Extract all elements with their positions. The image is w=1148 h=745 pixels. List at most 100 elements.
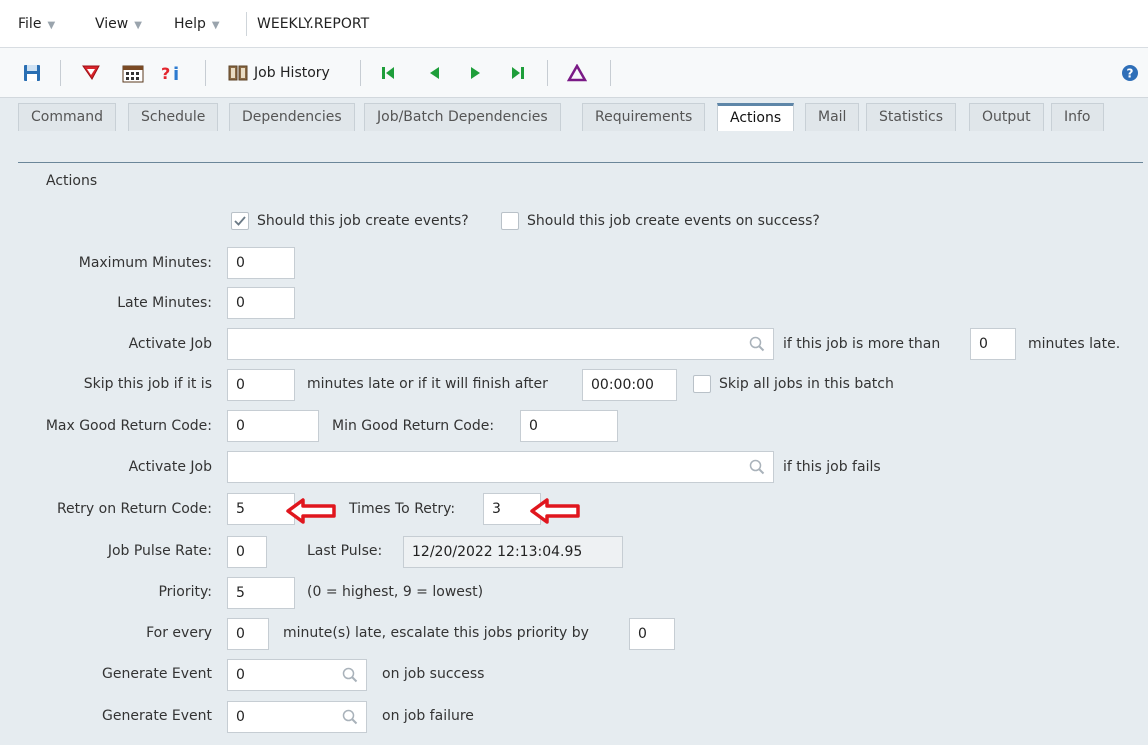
tab-bar: Command Schedule Dependencies Job/Batch … (0, 99, 1148, 133)
help-button[interactable]: ? (1120, 61, 1140, 85)
svg-text:?: ? (161, 64, 170, 83)
job-history-label: Job History (254, 65, 330, 81)
calendar-icon (122, 65, 144, 83)
section-divider (18, 162, 1143, 163)
section-title: Actions (46, 173, 98, 189)
min-good-input[interactable]: 0 (520, 410, 618, 442)
priority-input[interactable]: 5 (227, 577, 295, 609)
toolbar: ? i Job History ? (0, 48, 1148, 98)
create-events-checkbox[interactable] (231, 212, 249, 230)
for-every-label: For every (146, 625, 212, 641)
skip-label: Skip this job if it is (83, 376, 212, 392)
tab-mail[interactable]: Mail (805, 103, 860, 131)
skip-first-icon (382, 67, 394, 79)
search-icon[interactable] (749, 459, 765, 475)
delta-button[interactable] (566, 61, 588, 85)
arrow-right-icon (471, 67, 480, 79)
last-pulse-label: Last Pulse: (307, 543, 383, 559)
on-failure-text: on job failure (382, 708, 474, 724)
tab-info[interactable]: Info (1051, 103, 1104, 131)
book-icon (228, 65, 248, 81)
search-icon[interactable] (749, 336, 765, 352)
create-events-success-checkbox[interactable] (501, 212, 519, 230)
skip-all-label: Skip all jobs in this batch (719, 376, 894, 392)
menu-bar: File ▼ View ▼ Help ▼ WEEKLY.REPORT (0, 0, 1148, 48)
window-title: WEEKLY.REPORT (257, 16, 370, 32)
job-history-button[interactable]: Job History (228, 61, 330, 85)
max-minutes-label: Maximum Minutes: (78, 255, 212, 271)
menu-file[interactable]: File ▼ (18, 16, 55, 32)
previous-record-button[interactable] (426, 61, 442, 85)
escalate-text: minute(s) late, escalate this jobs prior… (283, 625, 589, 641)
tab-command[interactable]: Command (18, 103, 116, 131)
annotation-arrow-icon (530, 498, 580, 524)
toolbar-divider (610, 60, 611, 86)
toolbar-divider (360, 60, 361, 86)
min-good-label: Min Good Return Code: (332, 418, 495, 434)
calendar-button[interactable] (121, 61, 145, 85)
arrow-left-icon (430, 67, 439, 79)
max-minutes-input[interactable]: 0 (227, 247, 295, 279)
skip-minutes-input[interactable]: 0 (227, 369, 295, 401)
for-every-input[interactable]: 0 (227, 618, 269, 650)
activate-job-fail-label: Activate Job (128, 459, 212, 475)
save-button[interactable] (22, 61, 42, 85)
tab-requirements[interactable]: Requirements (582, 103, 706, 131)
tab-schedule[interactable]: Schedule (128, 103, 219, 131)
activate-job-fail-input[interactable] (227, 451, 774, 483)
svg-text:?: ? (1127, 67, 1134, 81)
menu-help[interactable]: Help ▼ (174, 16, 220, 32)
help-info-button[interactable]: ? i (160, 61, 186, 85)
gen-event-failure-input[interactable]: 0 (227, 701, 367, 733)
tab-job-batch-dependencies[interactable]: Job/Batch Dependencies (364, 103, 561, 131)
last-record-button[interactable] (510, 61, 526, 85)
max-good-input[interactable]: 0 (227, 410, 319, 442)
filter-button[interactable] (80, 61, 102, 85)
gen-event-failure-label: Generate Event (102, 708, 212, 724)
retry-rc-label: Retry on Return Code: (56, 501, 212, 517)
pulse-rate-label: Job Pulse Rate: (107, 543, 212, 559)
filter-icon (82, 65, 100, 80)
tab-output[interactable]: Output (969, 103, 1044, 131)
checkmark-icon (234, 216, 246, 226)
chevron-down-icon: ▼ (211, 20, 220, 31)
first-record-button[interactable] (380, 61, 396, 85)
gen-event-success-input[interactable]: 0 (227, 659, 367, 691)
tab-statistics[interactable]: Statistics (866, 103, 956, 131)
chevron-down-icon: ▼ (47, 20, 56, 31)
minutes-late-text: minutes late. (1028, 336, 1121, 352)
chevron-down-icon: ▼ (134, 20, 142, 31)
menu-divider (246, 12, 247, 36)
late-threshold-input[interactable]: 0 (970, 328, 1016, 360)
if-fails-text: if this job fails (783, 459, 881, 475)
delta-triangle-icon (567, 64, 587, 82)
help-circle-icon: ? (1122, 65, 1138, 81)
next-record-button[interactable] (468, 61, 484, 85)
skip-text: minutes late or if it will finish after (307, 376, 548, 392)
priority-hint: (0 = highest, 9 = lowest) (307, 584, 484, 600)
if-more-than-text: if this job is more than (783, 336, 941, 352)
tab-dependencies[interactable]: Dependencies (229, 103, 355, 131)
toolbar-divider (60, 60, 61, 86)
toolbar-divider (205, 60, 206, 86)
create-events-label: Should this job create events? (257, 213, 469, 229)
annotation-arrow-icon (286, 498, 336, 524)
search-icon[interactable] (342, 709, 358, 725)
question-info-icon: ? i (161, 64, 179, 84)
late-minutes-label: Late Minutes: (117, 295, 212, 311)
last-pulse-field: 12/20/2022 12:13:04.95 (403, 536, 623, 568)
max-good-label: Max Good Return Code: (45, 418, 212, 434)
skip-time-input[interactable]: 00:00:00 (582, 369, 677, 401)
search-icon[interactable] (342, 667, 358, 683)
escalate-input[interactable]: 0 (629, 618, 675, 650)
activate-job-late-input[interactable] (227, 328, 774, 360)
skip-all-checkbox[interactable] (693, 375, 711, 393)
menu-view[interactable]: View ▼ (95, 16, 142, 32)
pulse-rate-input[interactable]: 0 (227, 536, 267, 568)
late-minutes-input[interactable]: 0 (227, 287, 295, 319)
tab-actions[interactable]: Actions (717, 103, 795, 131)
create-events-success-label: Should this job create events on success… (527, 213, 820, 229)
save-icon (24, 65, 40, 81)
toolbar-divider (547, 60, 548, 86)
on-success-text: on job success (382, 666, 485, 682)
